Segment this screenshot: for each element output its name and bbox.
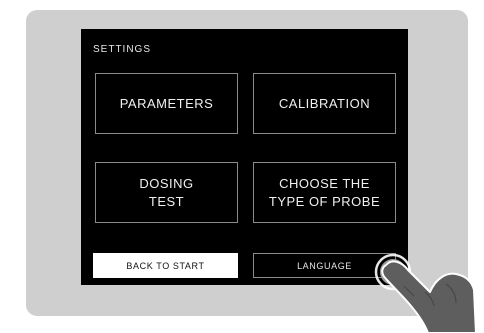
dosing-test-button[interactable]: DOSING TEST [95,162,238,223]
settings-screen: SETTINGS PARAMETERS CALIBRATION DOSING T… [81,29,408,285]
probe-type-button[interactable]: CHOOSE THE TYPE OF PROBE [253,162,396,223]
language-button[interactable]: LANGUAGE [253,253,396,278]
back-to-start-button[interactable]: BACK TO START [93,253,238,278]
parameters-button[interactable]: PARAMETERS [95,73,238,134]
screen-title: SETTINGS [93,44,152,55]
calibration-button[interactable]: CALIBRATION [253,73,396,134]
